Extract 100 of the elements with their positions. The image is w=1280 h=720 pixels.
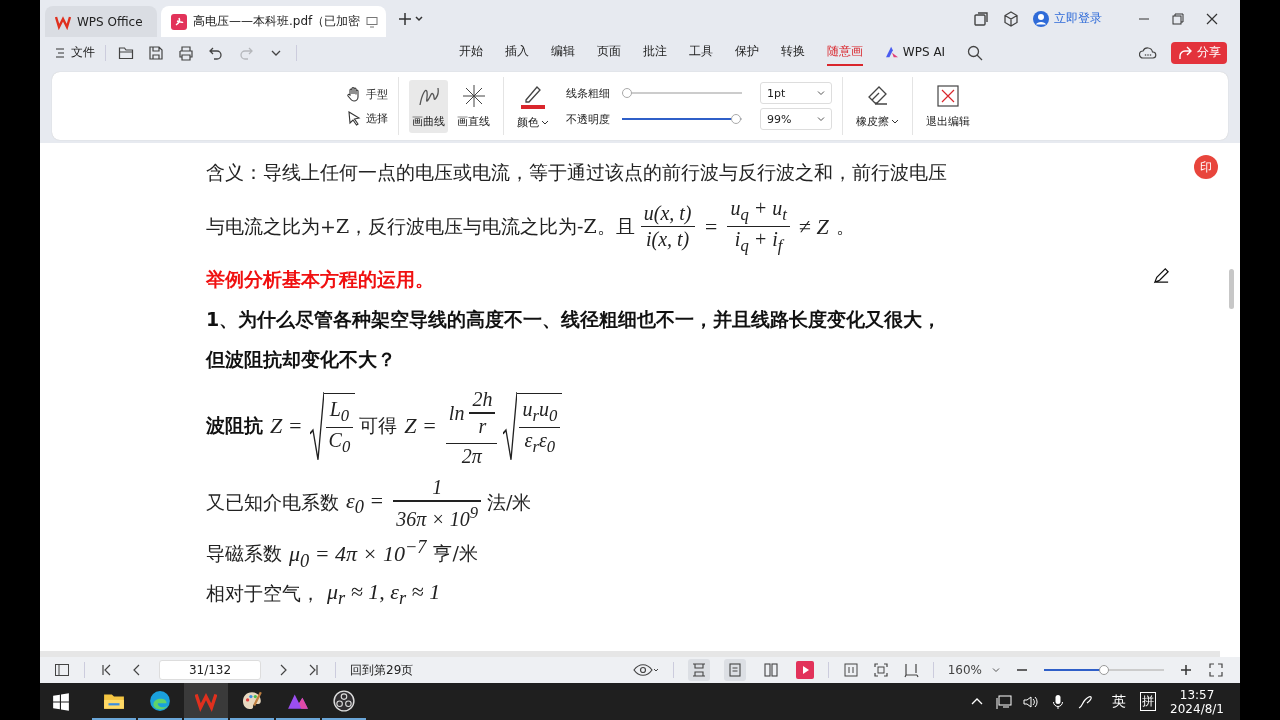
- zoom-in-icon[interactable]: [1178, 662, 1194, 678]
- monitor-icon: [366, 15, 379, 28]
- value-dropdown[interactable]: 99%: [760, 108, 832, 130]
- browser-swirl-icon: [149, 689, 171, 712]
- scrollbar-thumb[interactable]: [1229, 269, 1234, 309]
- math-text: ≠ Z: [797, 213, 830, 240]
- draw-tool-button[interactable]: 画曲线: [409, 79, 448, 133]
- restore-icon[interactable]: [1172, 12, 1184, 25]
- page-number-field[interactable]: 31/132: [159, 660, 261, 680]
- body-text: 又已知介电系数: [206, 490, 339, 516]
- close-icon[interactable]: [1206, 12, 1218, 25]
- windows-start-icon[interactable]: [52, 692, 70, 711]
- ribbon-tab[interactable]: WPS AI: [884, 40, 946, 65]
- share-arrow-icon: [1177, 44, 1193, 61]
- math-text: C$_{0}$: [327, 428, 352, 457]
- ribbon-tab[interactable]: 工具: [688, 39, 713, 66]
- two-page-icon: [762, 662, 779, 678]
- paint-palette-icon: [241, 689, 263, 712]
- draw-tool-button[interactable]: 画直线: [454, 79, 493, 133]
- math-text: ε$_{r}$ε$_{0}$: [523, 428, 557, 457]
- back-to-page-link[interactable]: 回到第29页: [350, 661, 414, 679]
- math-text: i$_{q}$ + i$_{f}$: [733, 228, 786, 257]
- input-language-indicator[interactable]: 英: [1112, 692, 1127, 711]
- math-text: u$_{q}$ + u$_{t}$: [729, 197, 788, 225]
- fullscreen-icon[interactable]: [1208, 662, 1224, 678]
- search-icon[interactable]: [967, 44, 984, 61]
- ribbon-tab[interactable]: 插入: [504, 39, 529, 66]
- math-text: 2π: [460, 445, 484, 469]
- value-dropdown[interactable]: 1pt: [760, 82, 832, 104]
- question-text: 1、为什么尽管各种架空导线的高度不一、线径粗细也不一，并且线路长度变化又很大，: [206, 307, 942, 333]
- ribbon-tab[interactable]: 页面: [596, 39, 621, 66]
- cloud-icon[interactable]: [1139, 45, 1157, 60]
- share-button[interactable]: 分享: [1171, 41, 1227, 64]
- play-button-icon[interactable]: [795, 661, 814, 679]
- stamp-badge[interactable]: 印: [1194, 155, 1218, 179]
- math-text: ln: [447, 401, 466, 425]
- obs-circle-icon: [333, 689, 355, 712]
- crop-page-icon[interactable]: [902, 662, 919, 678]
- login-link[interactable]: 立即登录: [1033, 10, 1102, 27]
- new-tab-icon[interactable]: [398, 11, 424, 26]
- ribbon-tab[interactable]: 批注: [642, 39, 667, 66]
- body-text: 亨/米: [433, 541, 478, 567]
- math-text: μ$_{0}$ = 4π × 10$^{−7}$: [288, 536, 428, 572]
- chevron-down-icon: [817, 89, 825, 97]
- chevron-down-icon: [992, 666, 1000, 674]
- save-icon[interactable]: [148, 44, 164, 61]
- math-text: u(x, t): [642, 202, 693, 225]
- folder-icon[interactable]: [118, 44, 134, 61]
- color-picker-button[interactable]: 颜色: [514, 78, 552, 134]
- line-sparkle-icon: [461, 83, 486, 108]
- sidebar-toggle-icon[interactable]: [54, 662, 70, 678]
- hand-tool-button[interactable]: 手型: [346, 86, 388, 102]
- cube-icon[interactable]: [1003, 10, 1019, 27]
- print-icon[interactable]: [178, 44, 194, 61]
- ribbon-tab[interactable]: 保护: [734, 39, 759, 66]
- body-text: 与电流之比为+Z，反行波电压与电流之比为-Z。且: [206, 213, 635, 239]
- math-text: L$_{0}$: [328, 397, 351, 426]
- body-text: 导磁系数: [206, 541, 282, 567]
- chevron-down-icon: [817, 115, 825, 123]
- screenshot-frame-icon[interactable]: [872, 662, 889, 678]
- user-avatar-icon: [1033, 10, 1049, 27]
- zoom-dropdown[interactable]: 160%: [947, 663, 1000, 677]
- heading-text: 举例分析基本方程的运用。: [206, 267, 434, 293]
- pen-cursor-icon: [1153, 267, 1170, 284]
- ribbon-tab[interactable]: 转换: [780, 39, 805, 66]
- slider-thumb[interactable]: [622, 88, 632, 98]
- view-mode-button[interactable]: [723, 659, 746, 681]
- cursor-arrow-icon: [346, 110, 362, 126]
- volume-icon[interactable]: [1023, 693, 1040, 710]
- body-text: 相对于空气，: [206, 581, 320, 607]
- network-icon[interactable]: [996, 693, 1013, 710]
- slider-label: 线条粗细: [566, 85, 611, 101]
- slider-label: 不透明度: [566, 111, 611, 127]
- pen-icon[interactable]: [1077, 693, 1094, 710]
- math-text: r: [477, 414, 488, 438]
- view-mode-button[interactable]: [687, 659, 710, 681]
- file-menu[interactable]: 文件: [54, 44, 95, 61]
- body-text: 可得: [359, 413, 398, 439]
- question-text: 但波阻抗却变化不大？: [206, 347, 396, 373]
- pdf-file-icon: [171, 13, 187, 30]
- hand-icon: [346, 86, 362, 102]
- exit-edit-button[interactable]: 退出编辑: [923, 79, 973, 133]
- document-tab[interactable]: 高电压——本科班.pdf（已加密: [161, 6, 386, 37]
- math-text: ε$_{0}$ =: [345, 488, 386, 519]
- clock-time: 13:57: [1179, 687, 1215, 702]
- input-mode-indicator[interactable]: 拼: [1140, 692, 1157, 711]
- slider-thumb[interactable]: [730, 114, 741, 124]
- ribbon-tab[interactable]: 随意画: [826, 39, 863, 66]
- eraser-button[interactable]: 橡皮擦: [853, 79, 902, 133]
- ai-logo-icon: [884, 45, 899, 58]
- body-text: 。: [835, 213, 855, 239]
- window-layout-icon[interactable]: [973, 10, 989, 27]
- ribbon-tab[interactable]: 编辑: [550, 39, 575, 66]
- body-text: 含义：导线上任何一点的电压或电流，等于通过该点的前行波与反行波之和，前行波电压: [206, 160, 947, 185]
- document-tab[interactable]: WPS Office: [45, 6, 157, 37]
- ribbon-tab[interactable]: 开始: [458, 39, 483, 66]
- eye-icon[interactable]: [632, 662, 659, 678]
- question-text: 波阻抗: [206, 413, 263, 439]
- select-tool-button[interactable]: 选择: [346, 110, 388, 126]
- zoom-slider-thumb[interactable]: [1099, 665, 1109, 675]
